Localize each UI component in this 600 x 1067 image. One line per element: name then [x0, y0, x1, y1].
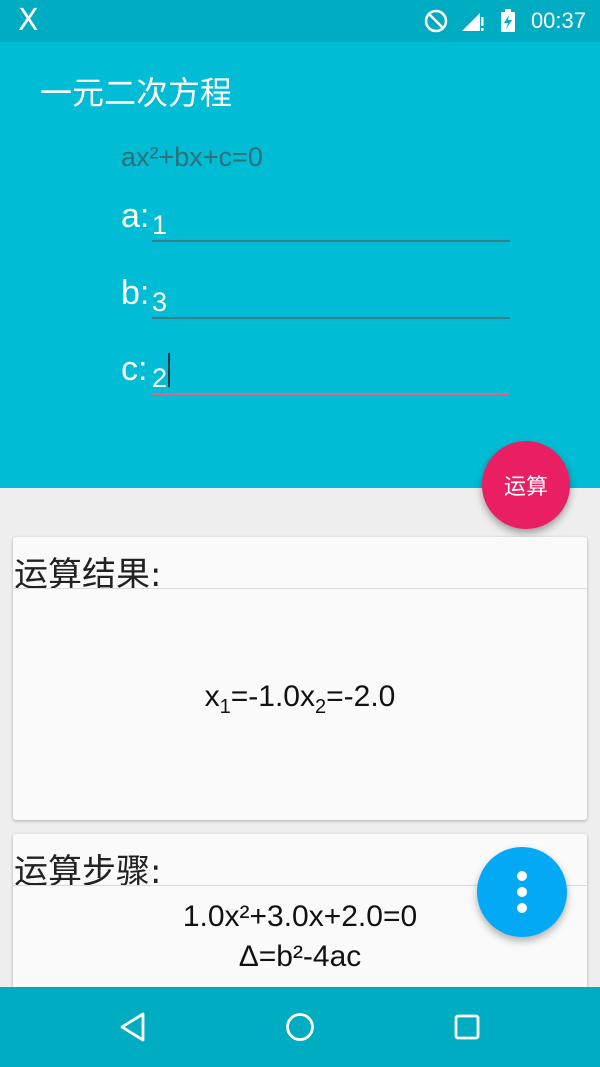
coefficient-b-label: b:	[121, 274, 150, 312]
status-icons: 00:37	[423, 0, 586, 42]
do-not-disturb-icon	[424, 9, 448, 33]
x2-subscript: 2	[315, 696, 327, 718]
x2-symbol: x	[300, 680, 315, 713]
back-button[interactable]	[113, 1007, 153, 1047]
coefficient-c-input[interactable]	[152, 351, 510, 395]
result-text: x1=-1.0x2=-2.0	[13, 680, 587, 719]
more-vert-icon	[517, 871, 527, 913]
x1-symbol: x	[204, 680, 220, 713]
app-notification-icon: X	[18, 3, 39, 38]
recent-apps-icon	[454, 1014, 480, 1040]
divider	[13, 588, 587, 589]
navigation-bar	[0, 987, 600, 1067]
x1-value: =-1.0	[230, 680, 300, 713]
clock: 00:37	[530, 8, 586, 33]
coefficient-b-field: b:	[121, 269, 511, 319]
step-line: Δ=b²-4ac	[238, 940, 362, 973]
calculate-button[interactable]: 运算	[482, 441, 570, 529]
equation-formula: ax²+bx+c=0	[121, 142, 263, 172]
text-cursor	[168, 353, 170, 387]
more-options-button[interactable]	[477, 847, 567, 937]
x2-value: =-2.0	[326, 680, 396, 713]
recent-apps-button[interactable]	[447, 1007, 487, 1047]
result-card: 运算结果: x1=-1.0x2=-2.0	[13, 537, 587, 820]
battery-charging-icon	[500, 9, 515, 32]
coefficient-a-input[interactable]	[152, 198, 510, 242]
coefficient-c-label: c:	[121, 350, 148, 388]
coefficient-c-field: c:	[121, 345, 511, 395]
coefficient-a-label: a:	[121, 197, 150, 235]
back-icon	[120, 1012, 145, 1042]
coefficient-b-input[interactable]	[152, 275, 510, 319]
page-title: 一元二次方程	[40, 74, 233, 112]
home-icon	[286, 1013, 314, 1041]
header-panel: 一元二次方程 ax²+bx+c=0 a: b: c:	[0, 42, 600, 488]
coefficient-a-field: a:	[121, 192, 511, 242]
signal-icon	[461, 13, 484, 31]
x1-subscript: 1	[219, 696, 231, 718]
home-button[interactable]	[280, 1007, 320, 1047]
status-bar: X 00:37	[0, 0, 600, 42]
